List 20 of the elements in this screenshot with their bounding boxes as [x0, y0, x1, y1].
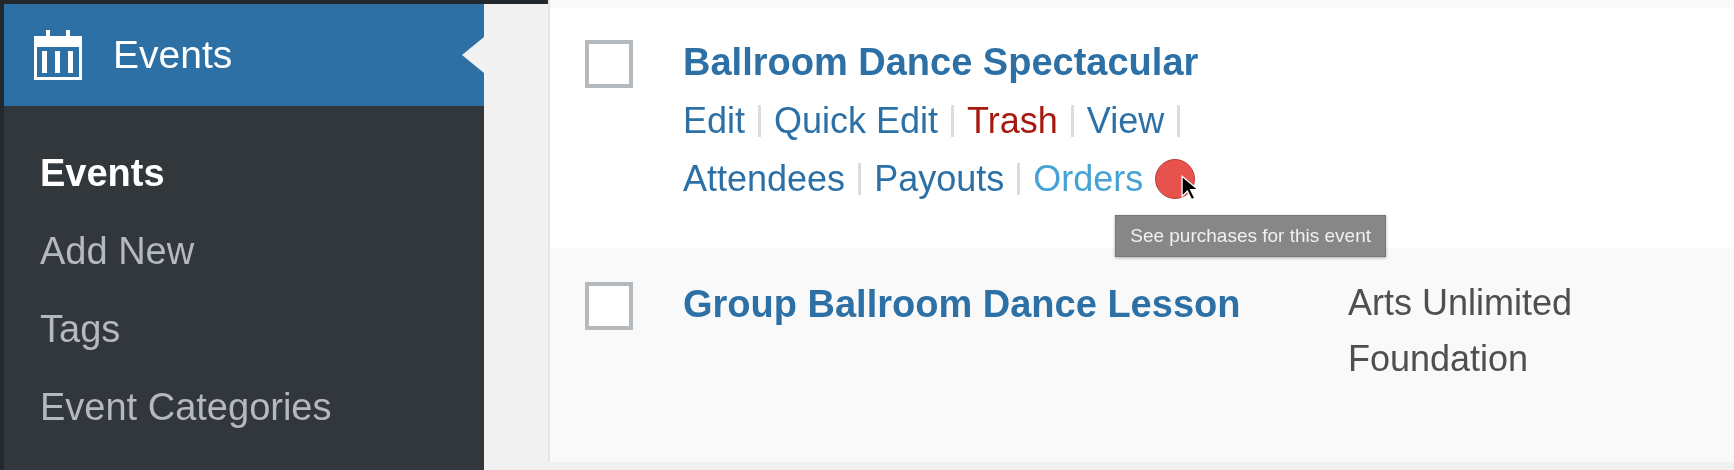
event-title-link[interactable]: Ballroom Dance Spectacular [683, 39, 1348, 85]
row-action-link[interactable]: Attendees [683, 158, 846, 200]
checkbox[interactable] [585, 40, 633, 88]
organizer-cell-text: Arts Unlimited Foundation [1348, 281, 1574, 381]
row-action-link[interactable]: Quick Edit [774, 100, 939, 142]
tooltip: See purchases for this event [1115, 215, 1386, 257]
row-action-link[interactable]: Edit [683, 100, 746, 142]
submenu-link[interactable]: Events [40, 134, 165, 212]
row-action-link[interactable]: Orders [1033, 158, 1144, 200]
menu-item[interactable]: Events [4, 4, 484, 106]
pointer-cursor-icon [1181, 175, 1199, 201]
checkbox[interactable] [585, 282, 633, 330]
row-action-link[interactable]: View [1086, 100, 1165, 142]
event-title-link[interactable]: Group Ballroom Dance Lesson [683, 281, 1348, 327]
submenu-link[interactable]: Add New [40, 212, 195, 290]
submenu-link[interactable]: Event Categories [40, 368, 332, 446]
trash-link[interactable]: Trash [967, 100, 1058, 142]
row-action-link[interactable]: Payouts [874, 158, 1005, 200]
calendar-icon [34, 30, 82, 80]
submenu-link[interactable]: Tags [40, 290, 121, 368]
